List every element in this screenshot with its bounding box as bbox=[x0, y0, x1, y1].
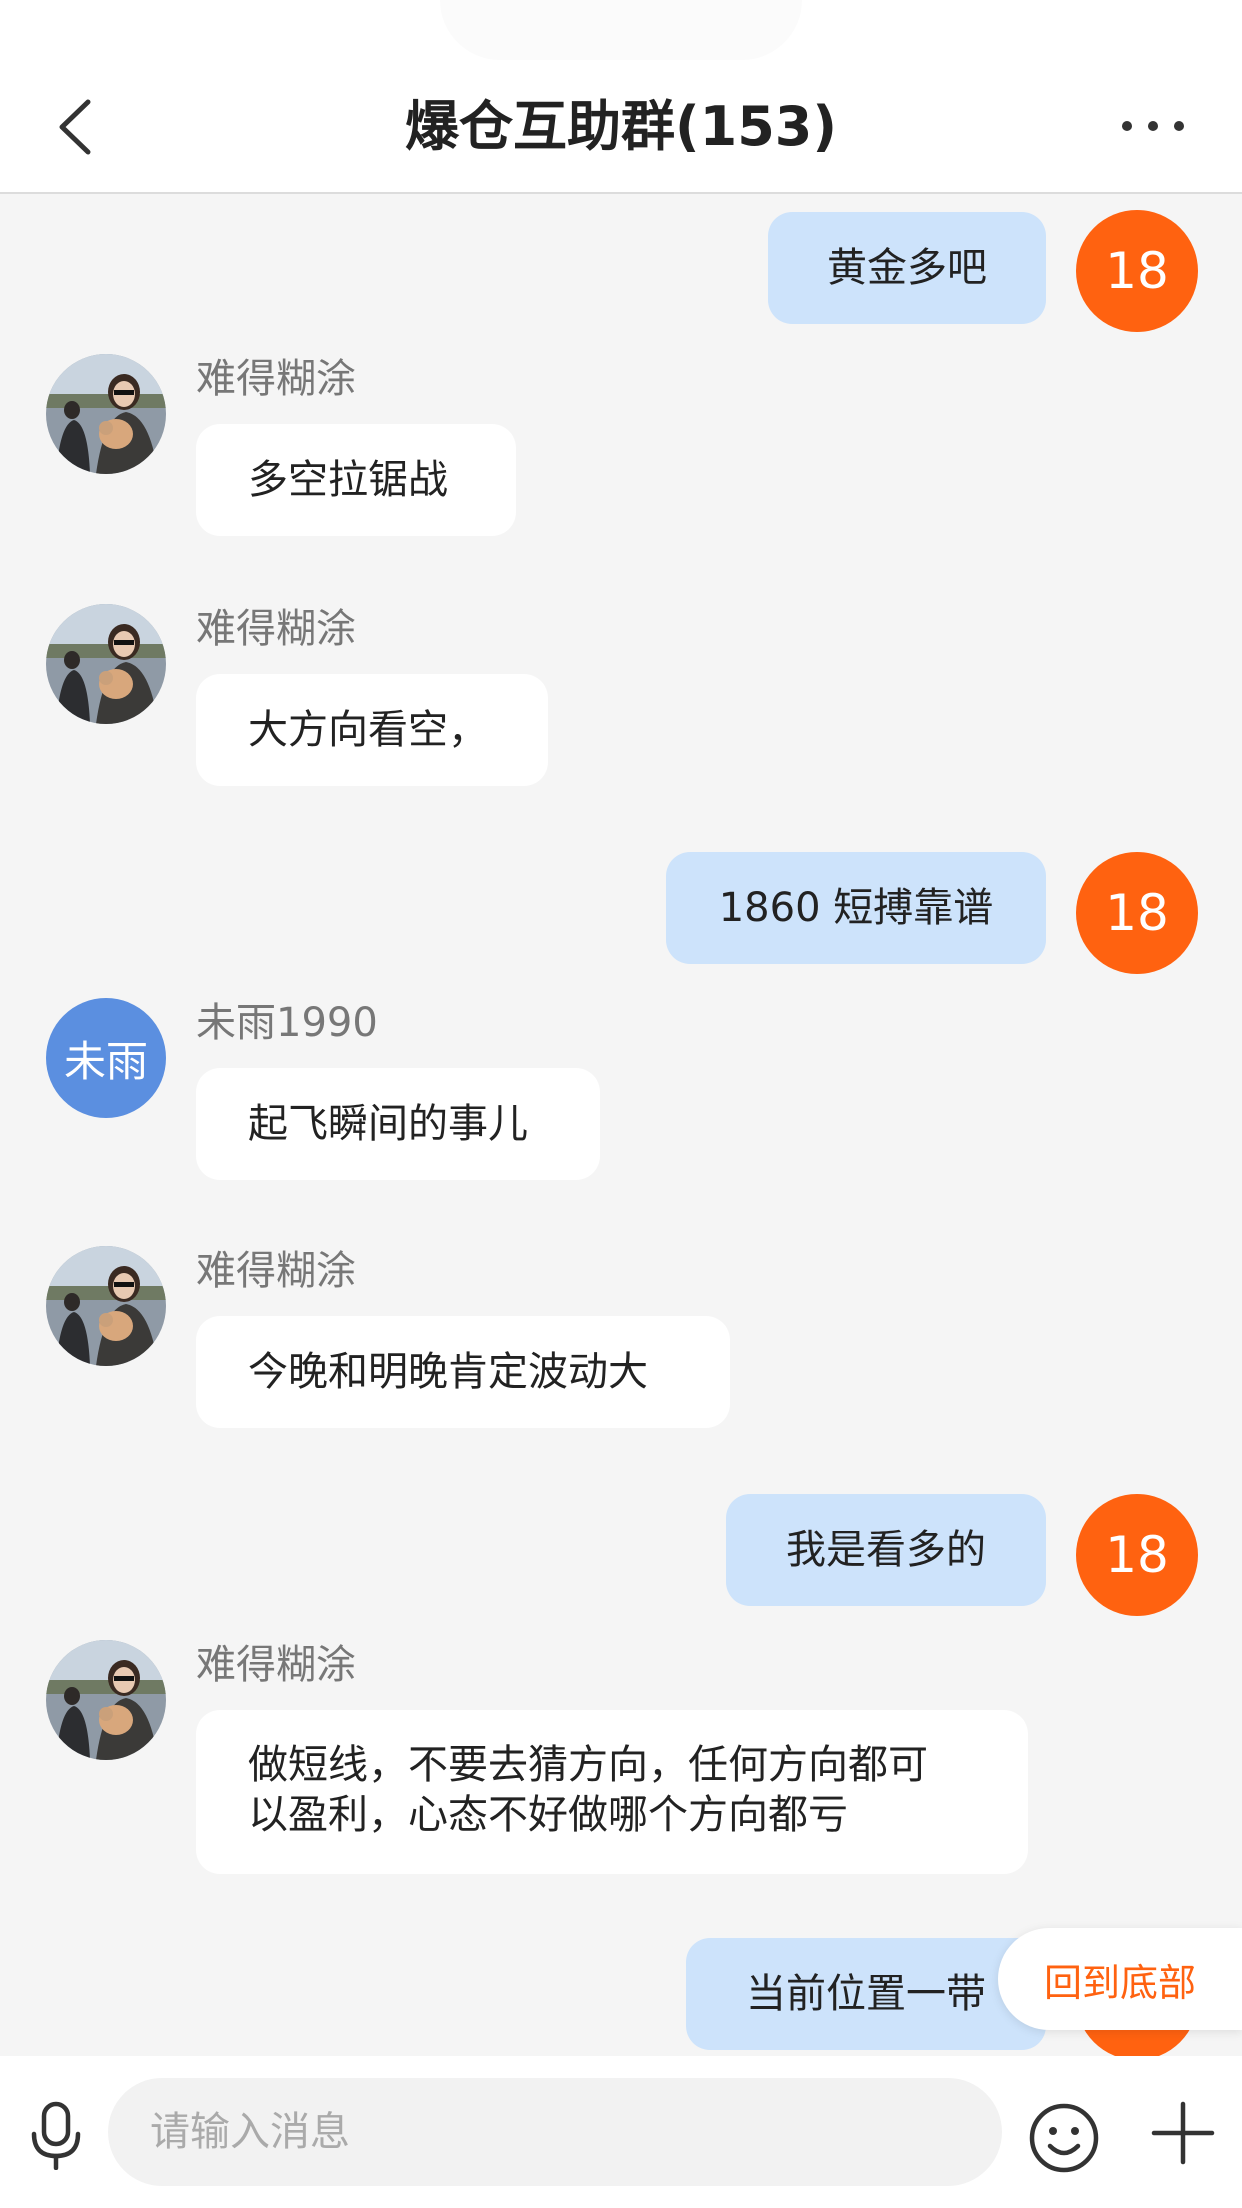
sender-name: 难得糊涂 bbox=[196, 606, 356, 652]
message-row-other: 未雨 未雨1990 起飞瞬间的事儿 bbox=[0, 998, 1242, 1198]
avatar[interactable] bbox=[46, 604, 166, 724]
message-bubble[interactable]: 今晚和明晚肯定波动大 bbox=[196, 1316, 730, 1428]
more-button[interactable] bbox=[1118, 108, 1188, 144]
message-row-other: 难得糊涂 多空拉锯战 bbox=[0, 354, 1242, 554]
avatar[interactable] bbox=[46, 1640, 166, 1760]
user-avatar[interactable]: 18 bbox=[1076, 852, 1198, 974]
message-bubble[interactable]: 多空拉锯战 bbox=[196, 424, 516, 536]
avatar[interactable] bbox=[46, 1246, 166, 1366]
message-row-self: 1860 短搏靠谱 18 bbox=[0, 852, 1242, 982]
message-bubble[interactable]: 我是看多的 bbox=[726, 1494, 1046, 1606]
message-row-other: 难得糊涂 大方向看空， bbox=[0, 604, 1242, 804]
message-row-self: 我是看多的 18 bbox=[0, 1494, 1242, 1624]
message-bubble[interactable]: 起飞瞬间的事儿 bbox=[196, 1068, 600, 1180]
avatar[interactable] bbox=[46, 354, 166, 474]
message-bubble[interactable]: 做短线，不要去猜方向，任何方向都可 以盈利，心态不好做哪个方向都亏 bbox=[196, 1710, 1028, 1874]
message-line: 做短线，不要去猜方向，任何方向都可 bbox=[248, 1742, 928, 1788]
message-row-other: 难得糊涂 今晚和明晚肯定波动大 bbox=[0, 1246, 1242, 1446]
voice-button[interactable] bbox=[28, 2100, 84, 2171]
add-button[interactable] bbox=[1150, 2100, 1216, 2166]
message-row-other: 难得糊涂 做短线，不要去猜方向，任何方向都可 以盈利，心态不好做哪个方向都亏 bbox=[0, 1640, 1242, 1900]
message-row-self: 黄金多吧 18 bbox=[0, 194, 1242, 332]
more-icon bbox=[1122, 121, 1184, 131]
microphone-icon bbox=[31, 2101, 81, 2171]
sender-name: 未雨1990 bbox=[196, 1000, 378, 1046]
status-area bbox=[440, 0, 802, 60]
message-bubble[interactable]: 大方向看空， bbox=[196, 674, 548, 786]
message-line: 以盈利，心态不好做哪个方向都亏 bbox=[248, 1792, 848, 1838]
message-list[interactable]: 黄金多吧 18 难得糊涂 多空拉锯战 难得糊涂 大方向看空， 1860 短搏靠谱… bbox=[0, 194, 1242, 2056]
message-bubble[interactable]: 黄金多吧 bbox=[768, 212, 1046, 324]
user-avatar[interactable]: 18 bbox=[1076, 210, 1198, 332]
jump-to-bottom-button[interactable]: 回到底部 bbox=[998, 1928, 1242, 2030]
input-bar bbox=[0, 2056, 1242, 2208]
emoji-icon bbox=[1029, 2103, 1099, 2173]
user-avatar[interactable]: 18 bbox=[1076, 1494, 1198, 1616]
sender-name: 难得糊涂 bbox=[196, 1642, 356, 1688]
plus-icon bbox=[1151, 2101, 1215, 2165]
sender-name: 难得糊涂 bbox=[196, 1248, 356, 1294]
emoji-button[interactable] bbox=[1026, 2100, 1102, 2176]
top-navigation-bar: 爆仓互助群(153) bbox=[0, 0, 1242, 194]
message-input[interactable] bbox=[108, 2078, 1002, 2186]
message-bubble[interactable]: 1860 短搏靠谱 bbox=[666, 852, 1046, 964]
avatar[interactable]: 未雨 bbox=[46, 998, 166, 1118]
sender-name: 难得糊涂 bbox=[196, 356, 356, 402]
message-bubble[interactable]: 当前位置一带 bbox=[686, 1938, 1046, 2050]
chat-title: 爆仓互助群(153) bbox=[404, 95, 838, 158]
